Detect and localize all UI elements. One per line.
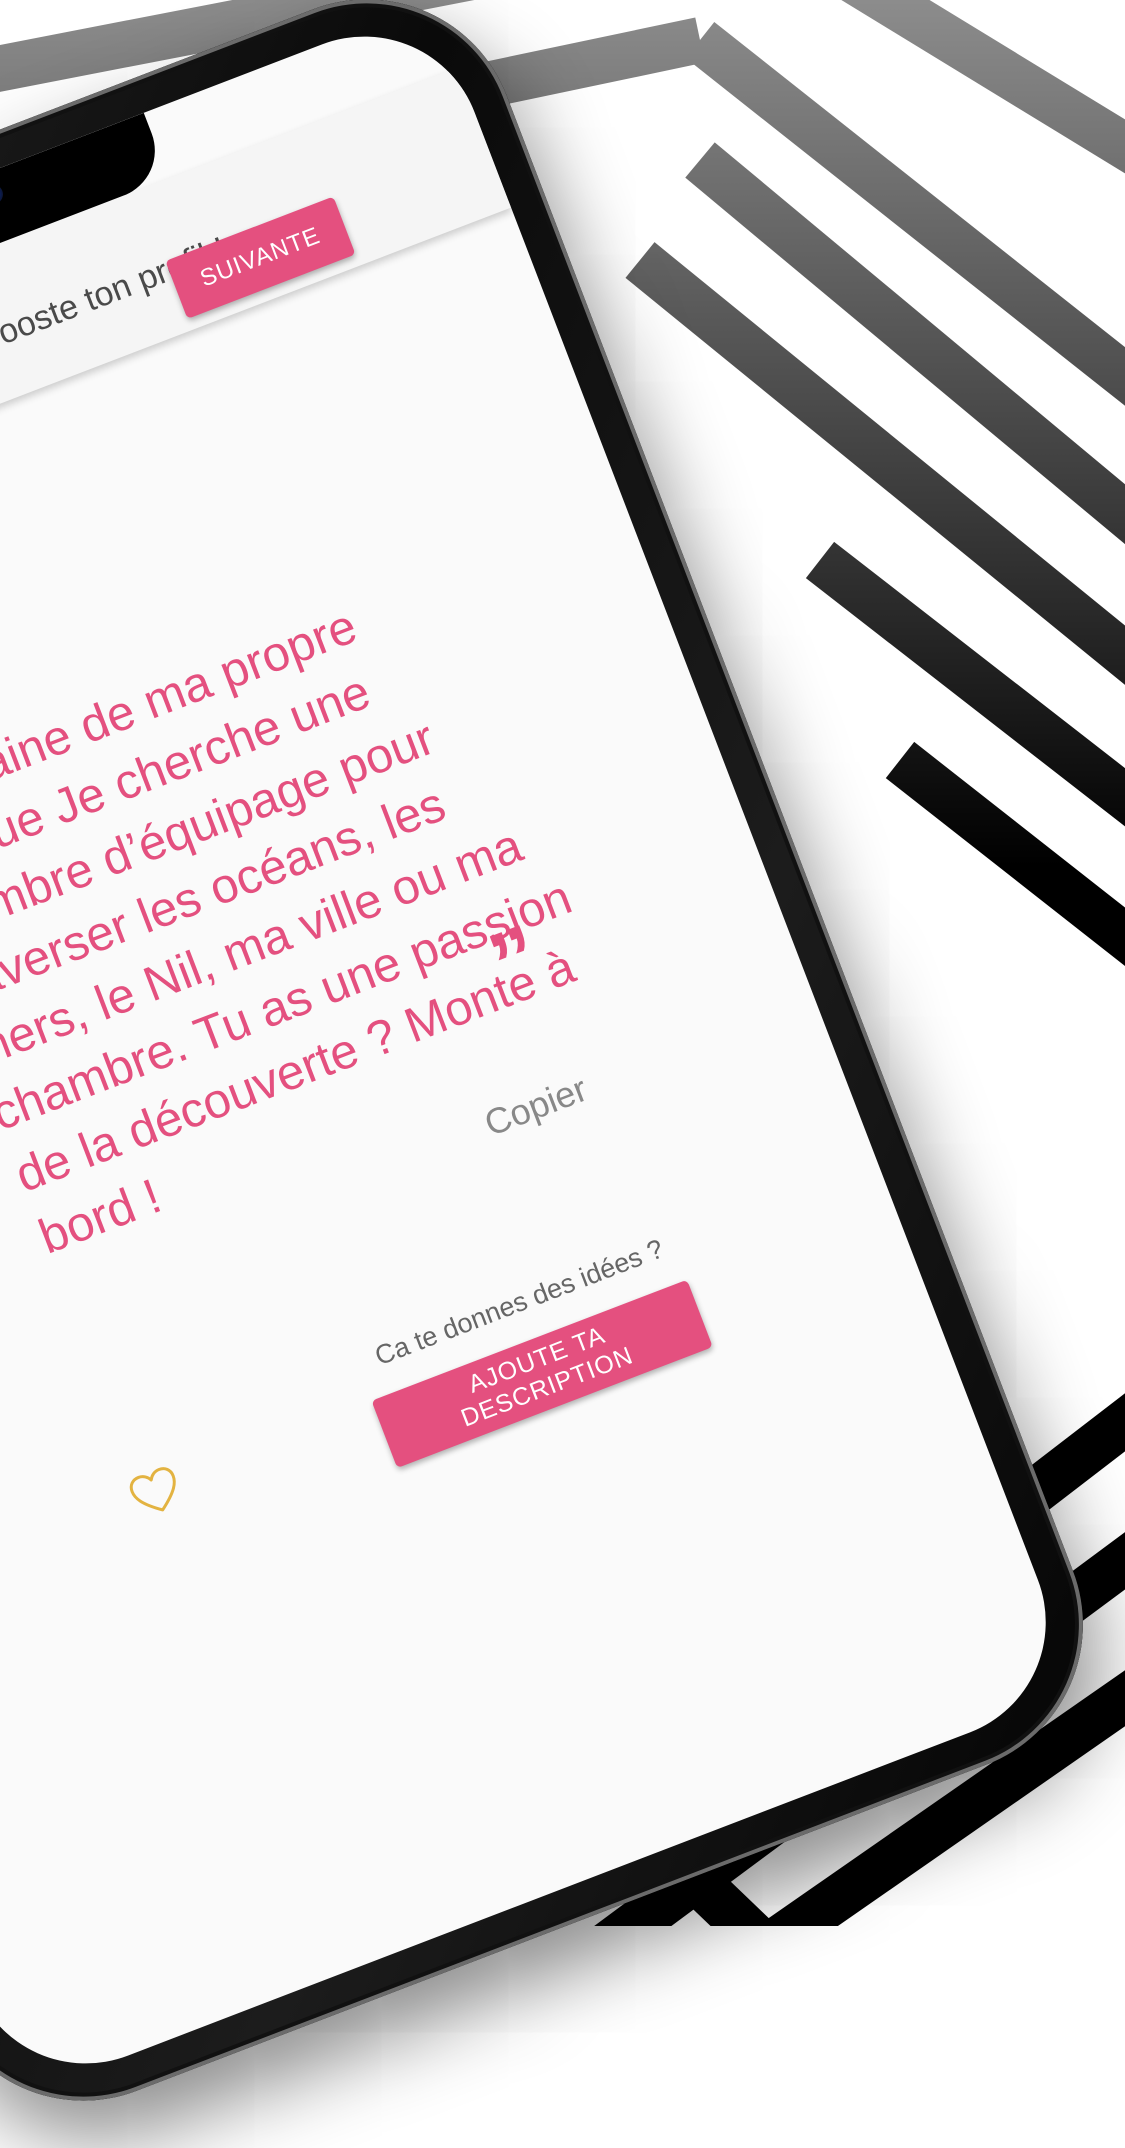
front-camera-icon [0,181,6,208]
quote-text: Capitaine de ma propre barque Je cherche… [0,599,583,1265]
heart-outline-icon[interactable] [126,1463,187,1521]
